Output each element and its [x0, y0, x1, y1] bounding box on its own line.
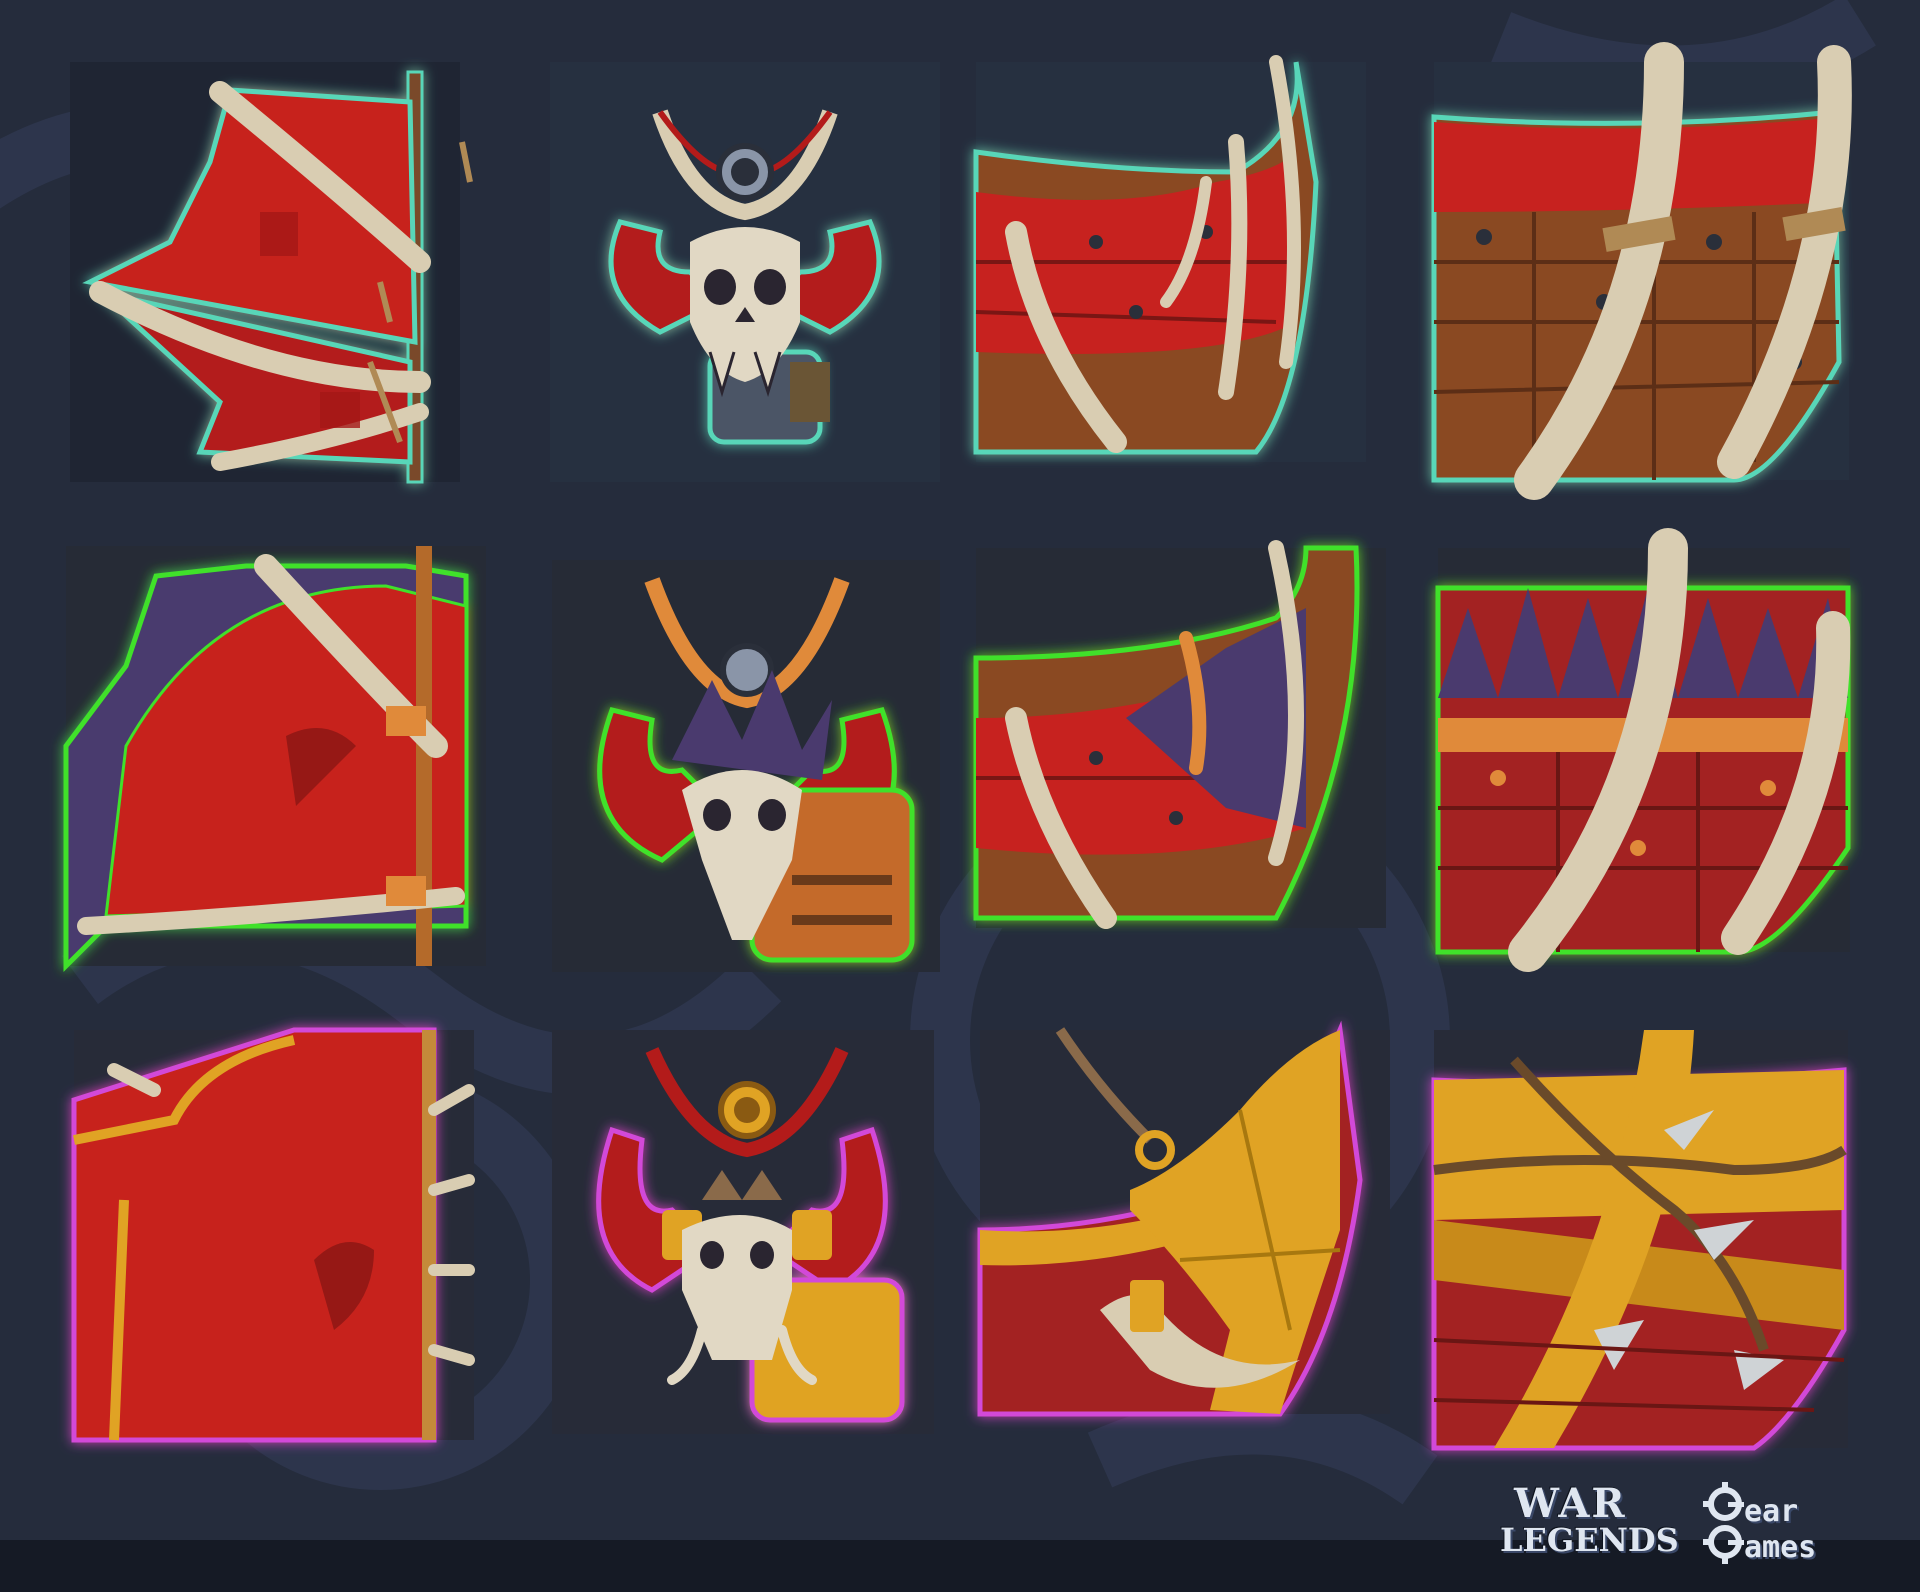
item-card[interactable] [1431, 1030, 1848, 1451]
golden-boat-hull-icon [977, 1020, 1390, 1417]
boat-hull-icon [973, 55, 1366, 462]
gear-games-logo: ear ames [1700, 1480, 1870, 1566]
item-card[interactable] [552, 1030, 934, 1434]
golden-hull-closeup-icon [1431, 1030, 1848, 1451]
gear-logo-line1: ear [1744, 1494, 1799, 1529]
logo-area: WAR LEGENDS ear ames [1500, 1478, 1870, 1568]
war-logo-line2: LEGENDS [1500, 1521, 1679, 1559]
hull-closeup-icon [1431, 42, 1852, 500]
feathered-sail-icon [63, 546, 486, 973]
item-card[interactable] [70, 62, 473, 484]
feathered-hull-closeup-icon [1435, 528, 1851, 972]
item-card[interactable] [977, 1020, 1390, 1417]
feathered-boat-hull-icon [973, 540, 1386, 929]
boar-skull-figurehead-icon [552, 1030, 934, 1434]
sail-icon [70, 62, 473, 484]
item-card[interactable] [973, 540, 1386, 929]
bird-skull-figurehead-icon [552, 560, 940, 972]
war-legends-logo: WAR LEGENDS [1500, 1484, 1685, 1564]
item-card[interactable] [71, 1027, 475, 1443]
war-logo-line1: WAR [1514, 1480, 1627, 1527]
item-card[interactable] [1435, 528, 1851, 972]
golden-sail-icon [71, 1027, 475, 1443]
item-card[interactable] [550, 62, 940, 482]
gear-icon [1703, 1482, 1744, 1564]
gear-logo-line2: ames [1744, 1530, 1817, 1565]
item-card[interactable] [973, 55, 1366, 462]
item-grid [0, 0, 1920, 1540]
item-card[interactable] [1431, 42, 1852, 500]
item-card[interactable] [63, 546, 486, 973]
item-card[interactable] [552, 560, 940, 972]
skull-figurehead-icon [550, 62, 940, 482]
